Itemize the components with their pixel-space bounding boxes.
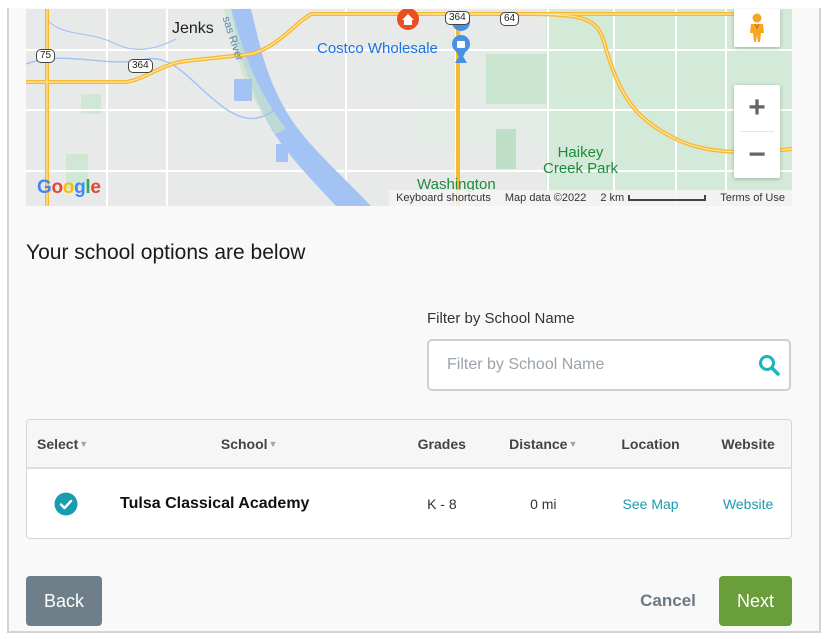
column-header-label: Select <box>37 435 79 452</box>
ok-364-shield-east: 364 <box>445 11 470 25</box>
shopping-bag-glyph <box>457 41 465 48</box>
minus-icon: − <box>748 138 766 171</box>
column-header-grades: Grades <box>393 436 491 452</box>
plus-icon: + <box>748 91 766 124</box>
map-label-jenks: Jenks <box>172 20 214 37</box>
ok-364-shield-west: 364 <box>128 59 153 73</box>
map-zoom-controls: + − <box>734 85 780 178</box>
map-scale-label: 2 km <box>600 192 625 204</box>
scale-bar <box>628 195 707 202</box>
selected-checkmark-icon[interactable] <box>54 492 78 516</box>
grades-value: K - 8 <box>427 495 457 512</box>
school-options-table: Select ▼ School ▼ Grades Distance ▼ Loca… <box>26 419 792 539</box>
table-row: Tulsa Classical Academy K - 8 0 mi See M… <box>27 469 791 538</box>
google-logo-letter: o <box>51 177 63 198</box>
see-map-link[interactable]: See Map <box>623 496 679 512</box>
website-cell: Website <box>705 496 791 512</box>
column-header-label: School <box>220 435 268 452</box>
us-64-shield: 64 <box>500 12 520 26</box>
google-logo-letter: g <box>74 177 86 198</box>
column-header-location: Location <box>596 436 705 452</box>
us-75-shield: 75 <box>36 49 56 63</box>
column-header-label: Location <box>621 435 680 452</box>
back-button[interactable]: Back <box>26 576 102 626</box>
map-footer: Keyboard shortcuts Map data ©2022 2 km T… <box>389 190 792 206</box>
pegman-icon <box>750 13 764 42</box>
google-logo-letter: e <box>90 177 101 198</box>
creek <box>45 18 177 50</box>
column-header-select[interactable]: Select ▼ <box>27 436 105 452</box>
cancel-button[interactable]: Cancel <box>634 576 702 626</box>
column-header-label: Website <box>721 435 775 452</box>
terms-of-use-link[interactable]: Terms of Use <box>713 192 792 204</box>
sort-caret-icon: ▼ <box>79 438 89 449</box>
school-name: Tulsa Classical Academy <box>120 494 310 512</box>
page-heading: Your school options are below <box>26 241 306 264</box>
column-header-distance[interactable]: Distance ▼ <box>491 436 596 452</box>
filter-label: Filter by School Name <box>427 310 575 327</box>
map-label-haikey-line2: Creek Park <box>543 160 619 177</box>
select-cell <box>27 492 105 516</box>
keyboard-shortcuts-link[interactable]: Keyboard shortcuts <box>389 192 498 204</box>
column-header-school[interactable]: School ▼ <box>105 436 393 452</box>
map[interactable]: sas River Jenks Costco Wholesale Haikey … <box>26 9 792 206</box>
table-header-row: Select ▼ School ▼ Grades Distance ▼ Loca… <box>27 420 791 469</box>
google-logo[interactable]: Google <box>37 177 101 199</box>
location-cell: See Map <box>596 496 705 512</box>
arkansas-river <box>231 9 371 206</box>
map-label-costco[interactable]: Costco Wholesale <box>317 40 438 57</box>
park-area <box>486 54 546 104</box>
zoom-out-button[interactable]: − <box>734 132 780 178</box>
search-icon[interactable] <box>749 353 789 377</box>
sort-caret-icon: ▼ <box>568 438 578 449</box>
website-link[interactable]: Website <box>723 496 773 512</box>
next-button[interactable]: Next <box>719 576 792 626</box>
park-area <box>496 129 516 169</box>
sort-caret-icon: ▼ <box>268 438 278 449</box>
column-header-website: Website <box>705 436 791 452</box>
distance-value: 0 mi <box>530 495 557 512</box>
google-logo-letter: o <box>62 177 75 198</box>
pond <box>276 144 288 162</box>
map-data-attribution: Map data ©2022 <box>504 192 587 204</box>
map-label-haikey-line1: Haikey <box>557 144 604 161</box>
column-header-label: Distance <box>509 435 568 452</box>
zoom-in-button[interactable]: + <box>734 85 780 131</box>
street-view-pegman-button[interactable] <box>734 9 780 47</box>
google-logo-letter: G <box>37 177 52 198</box>
map-label-haikey-creek-park[interactable]: Haikey Creek Park <box>543 145 618 177</box>
map-base-layer <box>26 9 792 206</box>
filter-school-name-input[interactable] <box>429 341 749 389</box>
column-header-label: Grades <box>417 435 466 452</box>
pond <box>234 79 252 101</box>
filter-box <box>427 339 791 391</box>
map-scale[interactable]: 2 km <box>593 192 713 204</box>
